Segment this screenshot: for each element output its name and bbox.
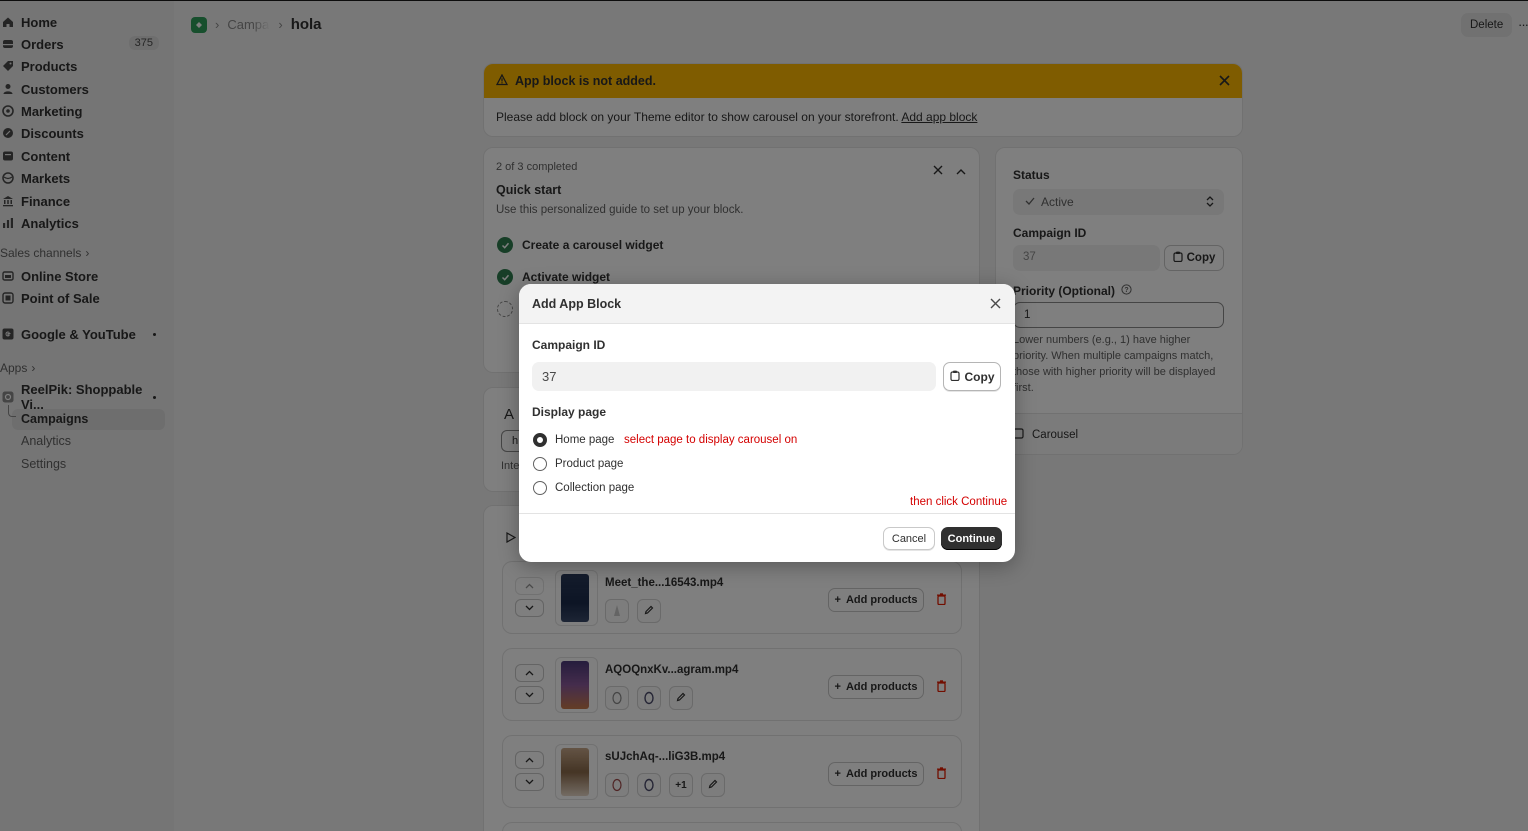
- app-root: Home Orders 375 Products Customers Marke…: [0, 0, 1528, 831]
- continue-button[interactable]: Continue: [941, 527, 1002, 550]
- modal-header: Add App Block: [519, 284, 1015, 324]
- radio-product-page[interactable]: Product page: [533, 457, 623, 471]
- campaign-id-field[interactable]: 37: [532, 362, 936, 391]
- radio-home-page[interactable]: Home page: [533, 433, 614, 447]
- modal-footer: Cancel Continue: [519, 513, 1015, 562]
- radio-label: Home page: [555, 434, 615, 446]
- clipboard-icon: [949, 370, 960, 384]
- copy-label: Copy: [964, 369, 995, 384]
- cancel-button[interactable]: Cancel: [883, 527, 935, 550]
- radio-button[interactable]: [533, 433, 547, 447]
- modal-title: Add App Block: [532, 297, 622, 311]
- radio-label: Collection page: [555, 482, 635, 494]
- radio-button[interactable]: [533, 457, 547, 471]
- radio-button[interactable]: [533, 481, 547, 495]
- campaign-id-label: Campaign ID: [532, 338, 606, 352]
- radio-collection-page[interactable]: Collection page: [533, 481, 634, 495]
- add-app-block-modal: Add App Block Campaign ID 37 Copy Displa…: [519, 284, 1015, 562]
- close-icon[interactable]: [990, 297, 1001, 312]
- copy-button[interactable]: Copy: [943, 362, 1001, 391]
- annotation-note: select page to display carousel on: [624, 434, 798, 446]
- annotation-note: then click Continue: [910, 496, 1008, 508]
- display-page-label: Display page: [532, 405, 607, 419]
- radio-label: Product page: [555, 458, 624, 470]
